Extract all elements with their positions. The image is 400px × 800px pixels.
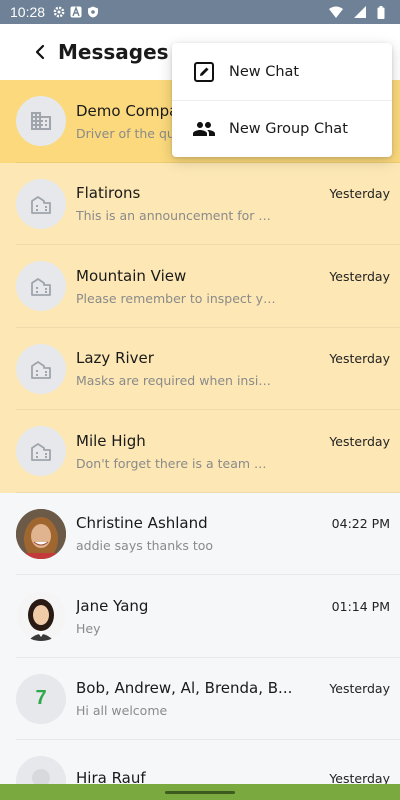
conversation-name: Mile High: [76, 431, 146, 450]
conversation-preview: Masks are required when inside...: [76, 373, 276, 389]
conversation-name: Lazy River: [76, 349, 154, 368]
conversation-row[interactable]: Jane Yang 01:14 PM Hey: [0, 575, 400, 658]
conversation-list[interactable]: Demo Company Driver of the quarter Flati…: [0, 80, 400, 784]
conversation-time: 01:14 PM: [331, 598, 390, 614]
page-title: Messages: [58, 40, 169, 64]
conversation-preview: Please remember to inspect yo...: [76, 290, 276, 306]
conversation-row[interactable]: Flatirons Yesterday This is an announcem…: [0, 162, 400, 245]
battery-icon: [377, 5, 385, 19]
building-icon: [16, 178, 66, 229]
conversation-name: Mountain View: [76, 266, 187, 285]
person-icon: [16, 756, 66, 784]
group-count-avatar: 7: [16, 673, 66, 724]
avatar-christine: [16, 508, 66, 559]
conversation-preview: Don't forget there is a team me...: [76, 455, 276, 471]
conversation-preview: This is an announcement for fl...: [76, 208, 276, 224]
back-button[interactable]: [30, 42, 50, 62]
conversation-name: Bob, Andrew, Al, Brenda, B...: [76, 679, 293, 698]
conversation-row[interactable]: 7 Bob, Andrew, Al, Brenda, B... Yesterda…: [0, 657, 400, 740]
menu-item-new-group-chat[interactable]: New Group Chat: [172, 100, 392, 157]
conversation-name: Hira Rauf: [76, 769, 146, 784]
building-icon: [16, 426, 66, 477]
menu-item-label: New Group Chat: [229, 121, 348, 137]
group-icon: [192, 117, 216, 141]
avatar-jane: [16, 591, 66, 642]
menu-item-new-chat[interactable]: New Chat: [172, 43, 392, 100]
building-icon: [16, 261, 66, 312]
building-icon: [16, 96, 66, 147]
conversation-time: Yesterday: [329, 681, 390, 697]
navigation-bar: [0, 784, 400, 800]
conversation-time: 04:22 PM: [331, 516, 390, 532]
conversation-name: Flatirons: [76, 184, 141, 203]
chevron-left-icon: [35, 44, 45, 60]
conversation-name: Christine Ashland: [76, 514, 208, 533]
conversation-preview: addie says thanks too: [76, 538, 214, 554]
home-handle[interactable]: [165, 790, 235, 794]
conversation-preview: Hi all welcome: [76, 703, 168, 719]
shield-icon: [87, 6, 99, 18]
building-icon: [16, 343, 66, 394]
signal-icon: [354, 6, 366, 18]
menu-item-label: New Chat: [229, 63, 300, 80]
wifi-icon: [329, 6, 343, 18]
status-bar: 10:28: [0, 0, 400, 24]
conversation-time: Yesterday: [329, 186, 390, 202]
conversation-row[interactable]: Hira Rauf Yesterday: [0, 740, 400, 784]
conversation-time: Yesterday: [329, 351, 390, 367]
gear-icon: [53, 6, 65, 18]
edit-icon: [192, 60, 216, 84]
conversation-time: Yesterday: [329, 433, 390, 449]
a-icon: [70, 6, 82, 18]
conversation-time: Yesterday: [329, 268, 390, 284]
status-time: 10:28: [10, 4, 46, 20]
conversation-name: Jane Yang: [76, 596, 149, 615]
conversation-row[interactable]: Christine Ashland 04:22 PM addie says th…: [0, 492, 400, 575]
overflow-menu: New Chat New Group Chat: [172, 43, 392, 157]
conversation-time: Yesterday: [329, 771, 390, 784]
conversation-row[interactable]: Lazy River Yesterday Masks are required …: [0, 327, 400, 410]
conversation-row[interactable]: Mountain View Yesterday Please remember …: [0, 245, 400, 328]
conversation-row[interactable]: Mile High Yesterday Don't forget there i…: [0, 410, 400, 493]
conversation-preview: Hey: [76, 620, 101, 636]
